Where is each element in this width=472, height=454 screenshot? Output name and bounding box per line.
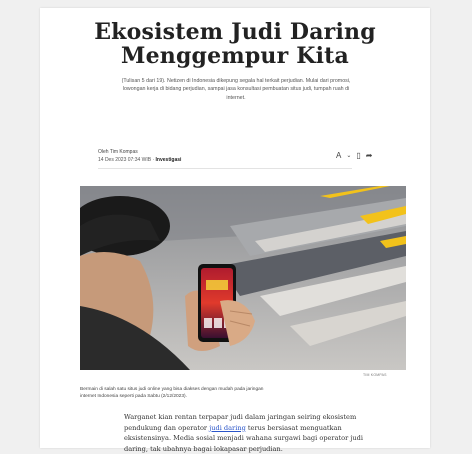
title-line-2: Menggempur Kita	[121, 43, 349, 69]
divider	[98, 168, 352, 169]
category-link[interactable]: Investigasi	[156, 157, 182, 163]
article-photo	[80, 186, 406, 370]
judi-daring-link[interactable]: judi daring	[209, 424, 246, 432]
article-meta: 14 Des 2023 07:34 WIB · Investigasi	[98, 156, 238, 164]
image-caption: Bermain di salah satu situs judi online …	[80, 387, 264, 399]
bookmark-icon[interactable]: ▯	[356, 151, 360, 161]
article-title: Ekosistem Judi Daring Menggempur Kita	[40, 20, 430, 68]
font-size-icon[interactable]: A	[336, 151, 341, 161]
article-subtitle: (Tulisan 5 dari 19). Netizen di Indonesi…	[121, 78, 351, 101]
author: Oleh Tim Kompas	[98, 149, 138, 155]
title-line-1: Ekosistem Judi Daring	[94, 19, 376, 45]
chevron-down-icon[interactable]: ⌄	[346, 151, 351, 161]
byline: Oleh Tim Kompas 14 Des 2023 07:34 WIB · …	[98, 148, 238, 164]
share-icon[interactable]: ➦	[366, 151, 373, 161]
image-credit: TIM KOMPAS	[363, 373, 387, 377]
article-tools: A ⌄ ▯ ➦	[336, 151, 372, 161]
publish-date: 14 Des 2023 07:34 WIB	[98, 157, 152, 163]
article-page: Ekosistem Judi Daring Menggempur Kita (T…	[40, 8, 430, 453]
article-body: Warganet kian rentan terpapar judi dalam…	[124, 412, 364, 454]
